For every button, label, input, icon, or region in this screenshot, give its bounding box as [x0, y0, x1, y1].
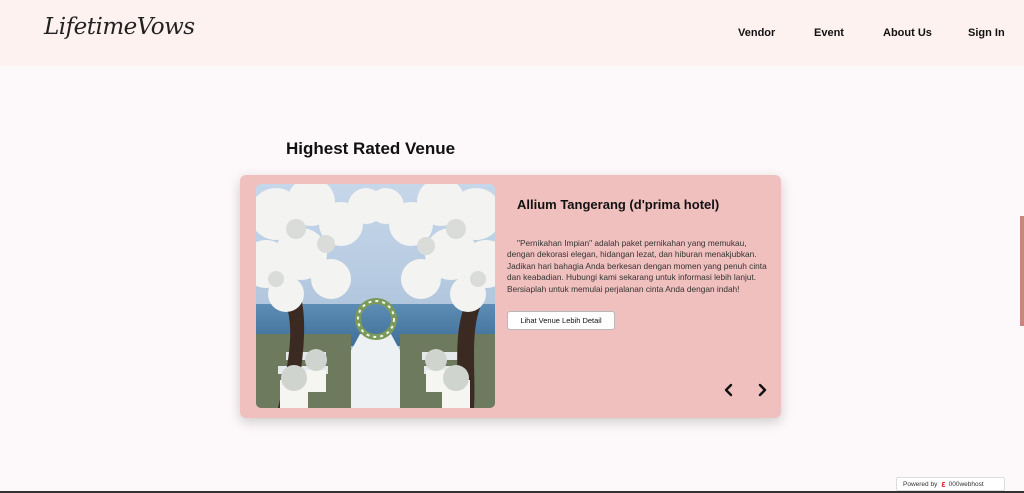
- venue-name: Allium Tangerang (d'prima hotel): [517, 197, 720, 212]
- hosting-badge[interactable]: Powered by ε 000webhost: [896, 477, 1005, 491]
- venue-photo: [256, 184, 495, 408]
- badge-brand: 000webhost: [948, 480, 984, 488]
- chevron-left-icon[interactable]: [722, 383, 736, 397]
- scrollbar-thumb[interactable]: [1020, 216, 1024, 326]
- nav-link-vendor[interactable]: Vendor: [738, 27, 775, 39]
- venue-detail-button[interactable]: Lihat Venue Lebih Detail: [507, 311, 615, 330]
- wedding-venue-image: [256, 184, 495, 408]
- nav-link-event[interactable]: Event: [814, 27, 844, 39]
- nav-link-sign-in[interactable]: Sign In: [968, 27, 1005, 39]
- chevron-right-icon[interactable]: [755, 383, 769, 397]
- site-logo[interactable]: LifetimeVows: [44, 14, 195, 40]
- badge-prefix: Powered by: [903, 480, 938, 488]
- navbar: LifetimeVows Vendor Event About Us Sign …: [0, 0, 1024, 66]
- nav-link-about-us[interactable]: About Us: [883, 27, 932, 39]
- venue-description: "Pernikahan Impian" adalah paket pernika…: [507, 238, 767, 294]
- section-title: Highest Rated Venue: [286, 139, 456, 158]
- venue-card: Allium Tangerang (d'prima hotel) "Pernik…: [240, 175, 781, 418]
- webhost-logo-icon: ε: [941, 479, 946, 489]
